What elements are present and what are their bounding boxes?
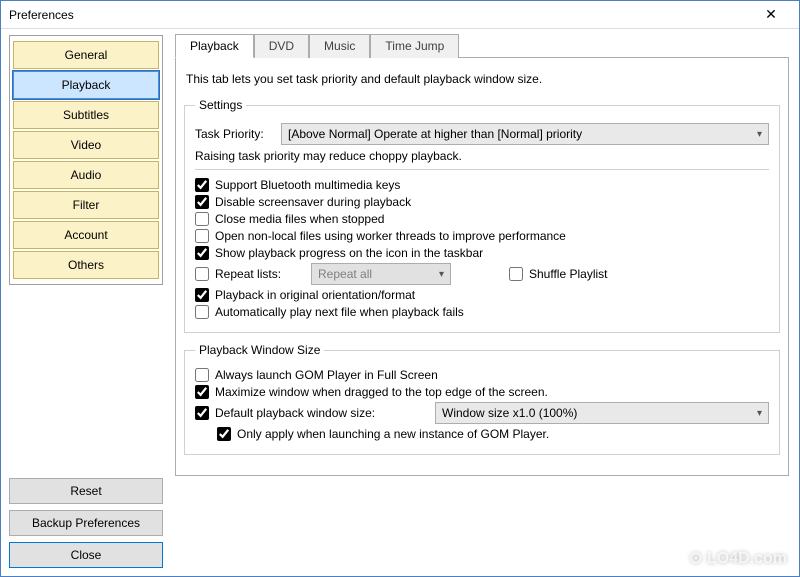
winsize-legend: Playback Window Size [195,343,324,357]
lbl-orientation: Playback in original orientation/format [215,288,415,302]
task-priority-label: Task Priority: [195,127,281,141]
lbl-maximize: Maximize window when dragged to the top … [215,385,548,399]
sidebar-item-others[interactable]: Others [13,251,159,279]
tab-playback[interactable]: Playback [175,34,254,58]
intro-text: This tab lets you set task priority and … [186,72,780,86]
preferences-window: Preferences ✕ General Playback Subtitles… [0,0,800,577]
sidebar: General Playback Subtitles Video Audio F… [1,29,171,576]
chk-onlynew[interactable] [217,427,231,441]
chk-orientation[interactable] [195,288,209,302]
chevron-down-icon: ▾ [757,408,762,419]
sidebar-item-audio[interactable]: Audio [13,161,159,189]
task-priority-value: [Above Normal] Operate at higher than [N… [288,127,582,141]
chk-worker[interactable] [195,229,209,243]
lbl-autonext: Automatically play next file when playba… [215,305,464,319]
sidebar-item-subtitles[interactable]: Subtitles [13,101,159,129]
tab-bar: Playback DVD Music Time Jump [175,33,789,58]
task-priority-select[interactable]: [Above Normal] Operate at higher than [N… [281,123,769,145]
titlebar: Preferences ✕ [1,1,799,29]
chk-screensaver[interactable] [195,195,209,209]
divider [195,169,769,170]
lbl-defsize: Default playback window size: [215,406,435,420]
task-priority-hint: Raising task priority may reduce choppy … [195,149,769,163]
sidebar-item-general[interactable]: General [13,41,159,69]
lbl-repeat: Repeat lists: [215,267,311,281]
chk-taskbar[interactable] [195,246,209,260]
lbl-bluetooth: Support Bluetooth multimedia keys [215,178,400,192]
reset-button[interactable]: Reset [9,478,163,504]
chk-defsize[interactable] [195,406,209,420]
settings-group: Settings Task Priority: [Above Normal] O… [184,98,780,333]
settings-legend: Settings [195,98,246,112]
defsize-row: Default playback window size: Window siz… [195,402,769,424]
sidebar-item-filter[interactable]: Filter [13,191,159,219]
chk-shuffle[interactable] [509,267,523,281]
lbl-taskbar: Show playback progress on the icon in th… [215,246,483,260]
window-title: Preferences [9,8,751,22]
chevron-down-icon: ▾ [439,269,444,280]
backup-button[interactable]: Backup Preferences [9,510,163,536]
defsize-select[interactable]: Window size x1.0 (100%) ▾ [435,402,769,424]
chk-autonext[interactable] [195,305,209,319]
chk-repeat[interactable] [195,267,209,281]
lbl-shuffle: Shuffle Playlist [529,267,608,281]
sidebar-nav: General Playback Subtitles Video Audio F… [9,35,163,285]
tab-dvd[interactable]: DVD [254,34,309,58]
lbl-screensaver: Disable screensaver during playback [215,195,411,209]
tab-page-playback: This tab lets you set task priority and … [175,58,789,476]
chk-close-stop[interactable] [195,212,209,226]
close-button[interactable]: Close [9,542,163,568]
defsize-value: Window size x1.0 (100%) [442,406,577,420]
lbl-worker: Open non-local files using worker thread… [215,229,566,243]
sidebar-item-playback[interactable]: Playback [13,71,159,99]
lbl-onlynew: Only apply when launching a new instance… [237,427,549,441]
task-priority-row: Task Priority: [Above Normal] Operate at… [195,123,769,145]
repeat-select: Repeat all ▾ [311,263,451,285]
tab-music[interactable]: Music [309,34,370,58]
chk-maximize[interactable] [195,385,209,399]
tab-timejump[interactable]: Time Jump [370,34,459,58]
lbl-close-stop: Close media files when stopped [215,212,384,226]
chk-fullscreen[interactable] [195,368,209,382]
lbl-fullscreen: Always launch GOM Player in Full Screen [215,368,438,382]
sidebar-item-video[interactable]: Video [13,131,159,159]
repeat-row: Repeat lists: Repeat all ▾ Shuffle Playl… [195,263,769,285]
chevron-down-icon: ▾ [757,129,762,140]
content-area: Playback DVD Music Time Jump This tab le… [171,29,799,576]
repeat-value: Repeat all [318,267,372,281]
winsize-group: Playback Window Size Always launch GOM P… [184,343,780,455]
sidebar-bottom: Reset Backup Preferences Close [9,472,163,568]
chk-bluetooth[interactable] [195,178,209,192]
sidebar-item-account[interactable]: Account [13,221,159,249]
close-icon[interactable]: ✕ [751,6,791,23]
window-body: General Playback Subtitles Video Audio F… [1,29,799,576]
